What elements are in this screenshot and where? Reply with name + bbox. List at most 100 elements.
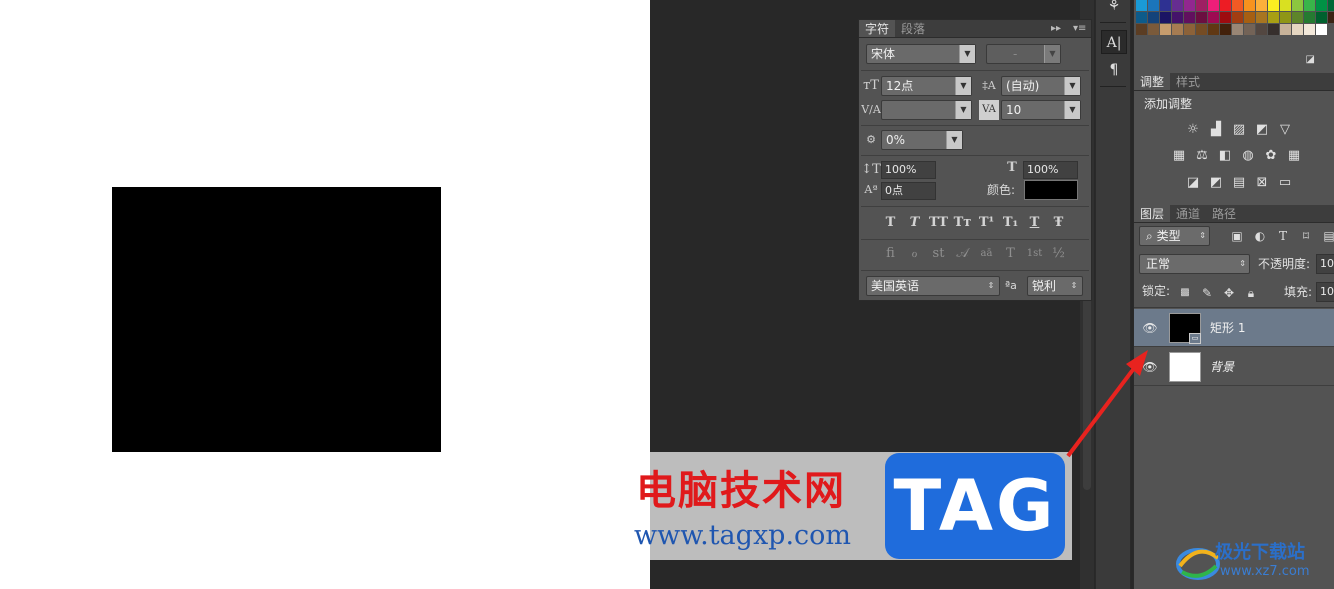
underline-button[interactable]: T [1025,213,1044,233]
stylistic-alternates-button[interactable]: aā [977,244,996,264]
collapse-panel-icon[interactable]: ▸▸ [1051,20,1061,38]
blend-mode-dropdown[interactable]: 正常 ⇕ [1139,254,1250,274]
tab-channels[interactable]: 通道 [1170,205,1206,222]
color-swatch[interactable] [1160,24,1171,35]
color-swatch[interactable] [1328,12,1334,23]
faux-bold-button[interactable]: T [881,213,900,233]
color-swatch[interactable] [1304,0,1315,11]
color-swatch[interactable] [1256,12,1267,23]
color-swatch[interactable] [1256,0,1267,11]
gradient-map-icon[interactable]: ▭ [1276,174,1294,192]
pixel-filter-icon[interactable]: ▣ [1228,227,1246,245]
color-swatch[interactable] [1268,0,1279,11]
color-swatch[interactable] [1328,0,1334,11]
font-family-dropdown[interactable]: 宋体 ▼ [866,44,976,64]
exposure-icon[interactable]: ◩ [1253,121,1271,139]
color-swatch[interactable] [1292,0,1303,11]
layer-filter-dropdown[interactable]: ⌕ 类型 ⇕ [1139,226,1210,246]
color-swatch[interactable] [1292,12,1303,23]
paragraph-panel-icon[interactable]: ¶ [1101,58,1127,82]
color-swatch[interactable] [1268,24,1279,35]
color-swatch[interactable] [1208,24,1219,35]
visibility-eye-icon[interactable]: 👁︎ [1142,321,1158,335]
horizontal-scale-field[interactable]: 100% [1023,161,1078,179]
layer-row[interactable]: 👁︎ ▭ 矩形 1 [1134,309,1334,347]
lock-position-icon[interactable]: ✥ [1220,284,1238,302]
tab-paragraph[interactable]: 段落 [895,20,931,37]
tab-adjustments[interactable]: 调整 [1134,73,1171,90]
photo-filter-icon[interactable]: ◍ [1239,147,1257,165]
color-swatch[interactable] [1304,12,1315,23]
new-swatch-icon[interactable]: ◪ [1306,54,1315,65]
color-swatch[interactable] [1244,0,1255,11]
lock-transparent-icon[interactable]: ▩ [1176,284,1194,302]
ligatures-button[interactable]: ﬁ [881,244,900,264]
posterize-icon[interactable]: ◩ [1207,174,1225,192]
channel-mixer-icon[interactable]: ✿ [1262,147,1280,165]
color-swatch[interactable] [1208,12,1219,23]
kerning-dropdown[interactable]: ▼ [881,100,972,120]
faux-italic-button[interactable]: T [905,213,924,233]
color-swatch[interactable] [1220,12,1231,23]
color-swatch[interactable] [1184,12,1195,23]
color-swatch[interactable] [1196,0,1207,11]
color-swatch[interactable] [1316,0,1327,11]
black-rectangle-shape[interactable] [112,187,441,452]
color-swatch[interactable] [1244,24,1255,35]
discretionary-ligatures-button[interactable]: st [929,244,948,264]
color-swatch[interactable] [1184,0,1195,11]
tab-layers[interactable]: 图层 [1134,205,1171,222]
document-canvas[interactable] [0,0,650,589]
layer-name[interactable]: 矩形 1 [1210,319,1245,336]
color-swatch[interactable] [1316,24,1327,35]
hue-saturation-icon[interactable]: ▦ [1170,147,1188,165]
levels-icon[interactable]: ▟ [1207,121,1225,139]
adjustment-filter-icon[interactable]: ◐ [1251,227,1269,245]
opacity-field[interactable]: 100 [1316,254,1334,274]
curves-icon[interactable]: ▨ [1230,121,1248,139]
color-swatch[interactable] [1160,12,1171,23]
baseline-shift-field[interactable]: 0点 [881,182,936,200]
color-swatch[interactable] [1280,12,1291,23]
color-swatch[interactable] [1232,0,1243,11]
color-swatch[interactable] [1220,24,1231,35]
titling-alternates-button[interactable]: T [1001,244,1020,264]
color-swatch[interactable] [1292,24,1303,35]
smart-object-filter-icon[interactable]: ▤ [1320,227,1334,245]
color-balance-icon[interactable]: ⚖ [1193,147,1211,165]
color-swatch[interactable] [1256,24,1267,35]
subscript-button[interactable]: T₁ [1001,213,1020,233]
superscript-button[interactable]: T¹ [977,213,996,233]
color-swatch[interactable] [1196,24,1207,35]
character-panel-icon[interactable]: A| [1101,30,1127,54]
color-swatch[interactable] [1280,0,1291,11]
color-swatch[interactable] [1136,0,1147,11]
color-swatch[interactable] [1232,24,1243,35]
brightness-icon[interactable]: ☼ [1184,121,1202,139]
all-caps-button[interactable]: TT [929,213,948,233]
color-swatch[interactable] [1148,0,1159,11]
fill-field[interactable]: 100 [1316,282,1334,302]
antialias-dropdown[interactable]: 锐利 ⇕ [1027,276,1083,296]
threshold-icon[interactable]: ▤ [1230,174,1248,192]
color-swatch[interactable] [1160,0,1171,11]
color-swatch[interactable] [1136,24,1147,35]
text-color-swatch[interactable] [1024,180,1078,200]
color-swatch[interactable] [1148,12,1159,23]
strikethrough-button[interactable]: Ŧ [1049,213,1068,233]
color-lookup-icon[interactable]: ▦ [1285,147,1303,165]
type-filter-icon[interactable]: T [1274,227,1292,245]
color-swatch[interactable] [1244,12,1255,23]
small-caps-button[interactable]: Tт [953,213,972,233]
ordinals-button[interactable]: 1st [1025,244,1044,264]
color-swatch[interactable] [1172,24,1183,35]
color-swatch[interactable] [1232,12,1243,23]
font-style-dropdown[interactable]: - ▼ [986,44,1061,64]
color-swatch[interactable] [1184,24,1195,35]
lock-all-icon[interactable]: 🔒︎ [1242,284,1260,302]
vertical-scale-field[interactable]: 100% [881,161,936,179]
tracking-dropdown[interactable]: 10 ▼ [1001,100,1081,120]
panel-menu-icon[interactable]: ▾≡ [1073,20,1086,38]
swatches-panel[interactable] [1134,0,1334,42]
font-size-dropdown[interactable]: 12点 ▼ [881,76,972,96]
